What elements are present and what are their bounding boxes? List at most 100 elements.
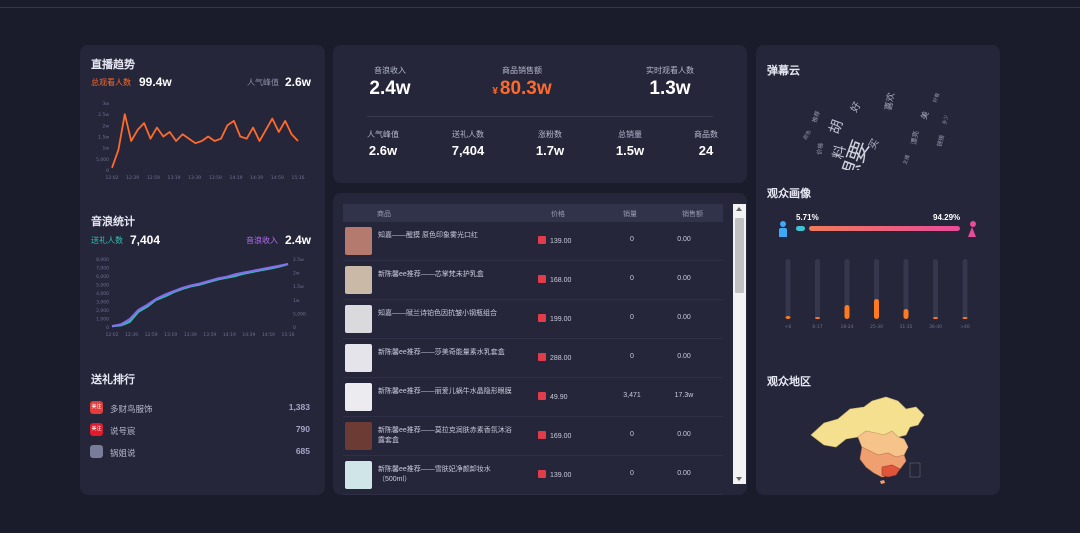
- trend-x-tick: 13:59: [209, 175, 222, 181]
- gift-y2-tick: 2w: [293, 271, 300, 277]
- danmu-title: 弹幕云: [767, 65, 800, 77]
- price-tag-icon: [538, 392, 546, 400]
- table-row[interactable]: 知嘉——賦兰诗铂色因抗皱小钢瓶组合 199.00 0 0.00: [343, 300, 723, 339]
- trend-chart: 0 5,000 1w 1.5w 2w 2.5w 3w 12:02 12:39 12:59 13:19…: [96, 101, 305, 181]
- product-qty: 3,471: [623, 392, 641, 399]
- summary-bottom-value: 1.7w: [535, 143, 565, 158]
- trend-x-tick: 14:39: [250, 175, 263, 181]
- product-name[interactable]: 知嘉——醒摸 原色印象雾光口红: [378, 231, 513, 241]
- trend-y-tick: 0: [106, 168, 109, 174]
- gift-x-tick: 14:39: [242, 332, 255, 338]
- gift-x-tick: 13:39: [184, 332, 197, 338]
- trend-x-tick: 14:19: [230, 175, 243, 181]
- trend-x-tick: 12:39: [126, 175, 139, 181]
- wordcloud-word: 颜色: [802, 129, 813, 141]
- product-name[interactable]: 新陈馨ee推荐——芯掌梵未护乳盒: [378, 270, 513, 280]
- portrait-title: 观众画像: [767, 188, 811, 200]
- summary-top-value: 2.4w: [369, 78, 411, 99]
- danmu-wordcloud: 想要胡料好 喜欢买美漂亮推荐价格链接主播多少颜色好看: [802, 92, 950, 170]
- table-row[interactable]: 新陈馨ee推荐——莎美奇能量素水乳套盒 288.00 0 0.00: [343, 339, 723, 378]
- trend-x-tick: 13:39: [188, 175, 201, 181]
- income-value: 2.4w: [285, 233, 312, 247]
- table-row[interactable]: 知嘉——醒摸 原色印象雾光口红 139.00 0 0.00: [343, 222, 723, 261]
- summary-top-2: 实时观看人数 1.3w: [620, 65, 720, 100]
- female-bar: [809, 226, 960, 231]
- ranking-value: 790: [295, 424, 310, 434]
- gift-y-tick: 2,000: [96, 308, 109, 314]
- ranking-item[interactable]: 美注 多财鸟服饰 1,383: [90, 400, 310, 416]
- age-x-tick: 36-40: [929, 324, 942, 330]
- product-amount: 0.00: [677, 431, 691, 438]
- trend-x-tick: 12:59: [147, 175, 160, 181]
- wordcloud-word: 漂亮: [909, 130, 920, 145]
- product-qty: 0: [630, 314, 634, 321]
- gift-y-tick: 3,000: [96, 300, 109, 306]
- right-panel: 弹幕云 想要胡料好喜欢买美漂亮 推荐 价格 链接 主播 多少 颜色 好看 观众画像 5.71%…: [756, 45, 1000, 495]
- product-name[interactable]: 新陈馨ee推荐——莫拉克润肤赤素香氛沐浴露套盒: [378, 426, 513, 446]
- ranking-name: 说号宸: [110, 426, 136, 436]
- scroll-up-arrow[interactable]: [736, 207, 742, 211]
- gift-x-tick: 13:19: [164, 332, 177, 338]
- peak-value: 2.6w: [285, 75, 312, 89]
- summary-bottom-label: 总销量: [618, 130, 642, 139]
- price-value: 169.00: [550, 433, 572, 440]
- table-scrollbar[interactable]: [733, 204, 746, 484]
- wordcloud-word: 喜欢: [882, 92, 897, 112]
- summary-top-label: 实时观看人数: [646, 66, 694, 75]
- table-row[interactable]: 新陈馨ee推荐——莫拉克润肤赤素香氛沐浴露套盒 169.00 0 0.00: [343, 417, 723, 456]
- ranking-name: 多财鸟服饰: [110, 404, 153, 414]
- gift-x-tick: 14:19: [223, 332, 236, 338]
- table-row[interactable]: 新陈馨ee推荐——雪肤妃净颜卸妆水（500ml） 139.00 0 0.00: [343, 456, 723, 495]
- summary-top-label: 音浪收入: [374, 66, 406, 75]
- product-name[interactable]: 新陈馨ee推荐——莎美奇能量素水乳套盒: [378, 348, 513, 358]
- product-name[interactable]: 知嘉——賦兰诗铂色因抗皱小钢瓶组合: [378, 309, 513, 319]
- age-bar: [844, 305, 850, 319]
- ranking-item[interactable]: 锅姐说 685: [90, 444, 310, 460]
- gift-x-tick: 12:39: [125, 332, 138, 338]
- summary-bottom-value: 1.5w: [615, 143, 645, 158]
- price-value: 49.90: [550, 394, 568, 401]
- price-tag-icon: [538, 353, 546, 361]
- table-row[interactable]: 新陈馨ee推荐——芯掌梵未护乳盒 168.00 0 0.00: [343, 261, 723, 300]
- wordcloud-word: 多少: [941, 114, 950, 125]
- summary-top-1: 商品销售额 ¥80.3w: [472, 65, 572, 100]
- product-thumbnail: [345, 305, 372, 333]
- ranking-item[interactable]: 美注 说号宸 790: [90, 422, 310, 438]
- price-tag-icon: [538, 236, 546, 244]
- product-qty: 0: [630, 431, 634, 438]
- summary-panel: 音浪收入 2.4w 商品销售额 ¥80.3w 实时观看人数 1.3w 人气峰值 2.6w 送礼…: [333, 45, 747, 183]
- price-tag-icon: [538, 470, 546, 478]
- trend-y-tick: 2.5w: [98, 112, 109, 118]
- price-value: 168.00: [550, 277, 572, 284]
- price-value: 139.00: [550, 472, 572, 479]
- trend-y-tick: 1.5w: [98, 135, 109, 141]
- product-name[interactable]: 新陈馨ee推荐——雪肤妃净颜卸妆水（500ml）: [378, 465, 513, 485]
- gift-x-tick: 12:02: [106, 332, 119, 338]
- age-bar: [933, 317, 938, 319]
- gift-y-tick: 0: [106, 325, 109, 331]
- gift-line-0: [111, 263, 289, 328]
- trend-title: 直播趋势: [91, 59, 135, 71]
- summary-bottom-label: 送礼人数: [452, 130, 484, 139]
- trend-x-tick: 12:02: [106, 175, 119, 181]
- wordcloud-word: 好: [848, 100, 863, 115]
- scroll-thumb[interactable]: [735, 218, 744, 293]
- product-price: 169.00: [538, 431, 571, 440]
- ranking-value: 1,383: [288, 402, 310, 412]
- gift-x-tick: 14:59: [262, 332, 275, 338]
- currency-symbol: ¥: [492, 86, 498, 97]
- gift-x-tick: 15:16: [282, 332, 295, 338]
- ranking-title: 送礼排行: [91, 374, 135, 386]
- age-bar: [903, 309, 909, 319]
- gift-y-tick: 4,000: [96, 291, 109, 297]
- wordcloud-word: 好看: [931, 92, 941, 104]
- scroll-down-arrow[interactable]: [736, 477, 742, 481]
- male-icon: [779, 221, 787, 237]
- price-tag-icon: [538, 275, 546, 283]
- product-table-panel: 商品 价格 销量 销售额 知嘉——醒摸 原色印象雾光口红 139.00 0 0.00 新…: [333, 193, 747, 495]
- product-name[interactable]: 新陈馨ee推荐——丽爱儿蜗牛水晶隐形眼膜: [378, 387, 513, 397]
- left-panel: 直播趋势 总观看人数 99.4w 人气峰值 2.6w 0 5,000 1w 1.5w 2…: [80, 45, 325, 495]
- wordcloud-word: 推荐: [810, 110, 822, 124]
- table-row[interactable]: 新陈馨ee推荐——丽爱儿蜗牛水晶隐形眼膜 49.90 3,471 17.3w: [343, 378, 723, 417]
- china-map: [810, 396, 925, 484]
